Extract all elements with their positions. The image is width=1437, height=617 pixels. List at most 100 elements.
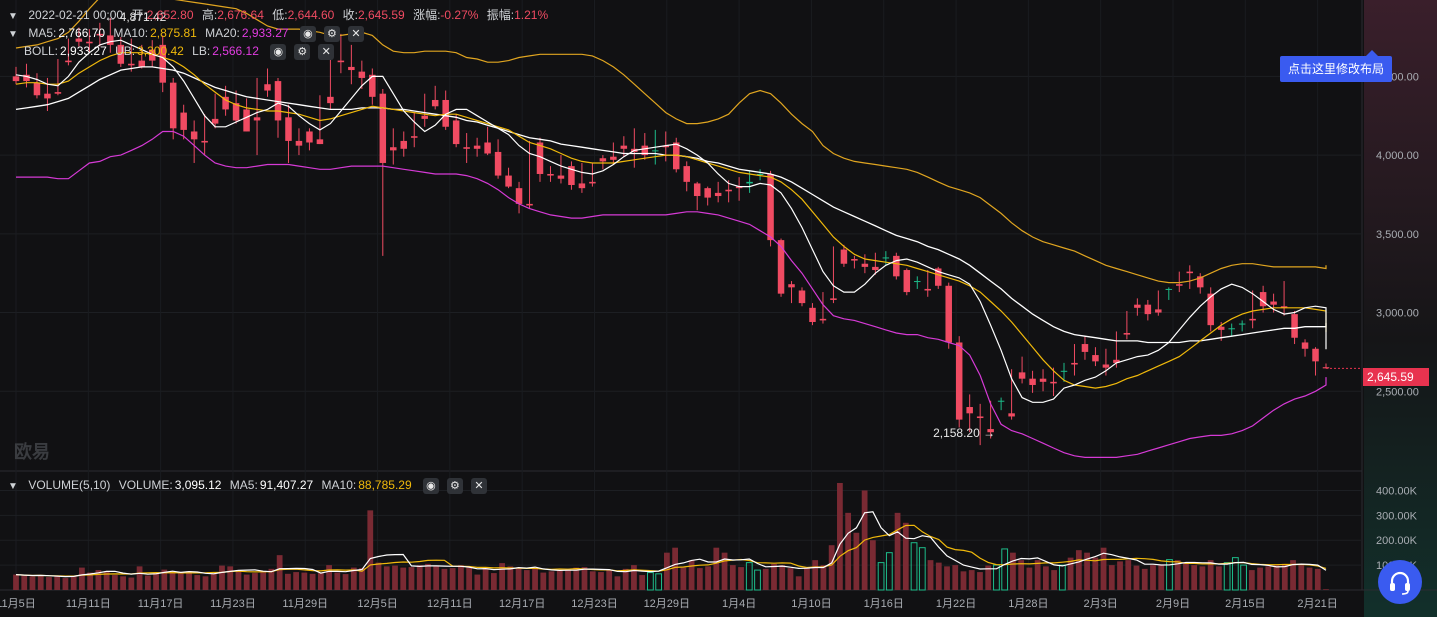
price-chart[interactable]: 4,500.004,000.003,500.003,000.002,500.00…	[0, 0, 1437, 617]
candle-body	[777, 240, 785, 294]
candle-body	[798, 290, 806, 304]
volume-bar	[144, 575, 151, 590]
volume-bar	[1248, 570, 1255, 590]
volume-gear-icon[interactable]: ⚙	[446, 477, 463, 494]
candle-body	[1018, 372, 1026, 379]
candle-body	[1102, 364, 1110, 368]
boll-close-icon[interactable]: ✕	[318, 43, 335, 60]
volume-bar	[1092, 557, 1099, 590]
candle-body	[1301, 342, 1309, 349]
volume-bar	[680, 567, 687, 590]
x-tick-label: 2月21日	[1297, 598, 1337, 610]
volume-bar	[342, 574, 349, 590]
candle-body	[327, 96, 334, 104]
gear-icon[interactable]: ⚙	[323, 25, 340, 42]
volume-bar	[276, 555, 283, 590]
open-value: 2,652.80	[146, 8, 194, 22]
volume-bar	[1199, 566, 1206, 590]
volume-bar	[466, 567, 473, 590]
x-tick-label: 11月5日	[0, 598, 36, 610]
candle-body	[620, 145, 628, 149]
x-tick-label: 1月10日	[791, 598, 831, 610]
volume-eye-icon[interactable]: ◉	[422, 477, 439, 494]
x-tick-label: 1月28日	[1008, 598, 1048, 610]
candle-body	[1186, 271, 1194, 274]
candle-body	[851, 259, 858, 261]
volume-bar	[606, 570, 613, 590]
volume-tick-label: 300.00K	[1376, 510, 1418, 522]
candle-body	[1249, 318, 1256, 321]
eye-icon[interactable]: ◉	[299, 25, 316, 42]
volume-close-icon[interactable]: ✕	[470, 477, 487, 494]
volume-bar	[1117, 561, 1123, 590]
volume-bar	[1026, 567, 1033, 590]
volume-bar	[1042, 566, 1049, 590]
candle-body	[463, 147, 470, 149]
headset-icon	[1390, 571, 1410, 595]
boll-gear-icon[interactable]: ⚙	[294, 43, 311, 60]
volume-bar	[655, 573, 663, 591]
x-tick-label: 1月16日	[864, 598, 904, 610]
volume-bar	[111, 575, 118, 590]
volume-bar	[1150, 565, 1156, 590]
boll-value: 2,933.27	[60, 44, 107, 58]
volume-bar	[1058, 564, 1066, 591]
volume-bar	[927, 560, 934, 590]
boll-label: BOLL:	[24, 44, 59, 58]
lb-label: LB:	[192, 44, 211, 58]
candle-body	[1144, 304, 1152, 315]
volume-bar	[474, 574, 481, 590]
ma-collapse-icon[interactable]: ▼	[8, 27, 20, 43]
volume-bar	[977, 572, 983, 590]
ma-legend: ▼ MA5: 2,766.70 MA10: 2,875.81 MA20: 2,933.…	[8, 25, 369, 43]
candle-body	[1050, 381, 1057, 384]
volume-bar	[804, 567, 810, 590]
support-button[interactable]	[1378, 560, 1422, 604]
volume-collapse-icon[interactable]: ▼	[8, 479, 20, 495]
volume-bar	[425, 563, 431, 590]
volume-bar	[194, 575, 201, 590]
volume-bar	[433, 565, 440, 590]
volume-bar	[918, 547, 926, 591]
volume-bar	[1010, 552, 1016, 590]
candle-body	[337, 60, 345, 63]
volume-bar	[688, 560, 695, 590]
volume-bar	[787, 568, 794, 590]
volume-bar	[663, 552, 670, 590]
x-tick-label: 11月23日	[210, 598, 256, 610]
volume-bar	[540, 572, 547, 590]
collapse-icon[interactable]: ▼	[8, 9, 20, 25]
change-label: 涨幅:	[413, 8, 441, 22]
boll-legend: BOLL: 2,933.27 UB: 3,300.42 LB: 2,566.12 ◉ ⚙…	[24, 43, 339, 60]
candle-body	[557, 175, 565, 179]
y-tick-label: 3,000.00	[1376, 308, 1419, 320]
volume-bar	[202, 576, 209, 590]
candle-body	[44, 93, 51, 99]
candle-body	[966, 407, 973, 414]
candle-body	[1081, 344, 1089, 352]
amplitude-label: 振幅:	[486, 8, 515, 22]
layout-tooltip-button[interactable]: 点击这里修改布局	[1280, 50, 1392, 82]
close-icon[interactable]: ✕	[347, 25, 364, 42]
volume-bar	[705, 566, 711, 590]
volume-bar	[1306, 567, 1313, 590]
volume-bar	[1051, 570, 1057, 590]
candle-body	[903, 270, 911, 293]
candle-body	[285, 117, 292, 141]
watermark-logo: 欧易	[14, 442, 50, 462]
volume-bar	[910, 542, 918, 591]
x-tick-label: 11月17日	[138, 598, 184, 610]
volume-bar	[408, 567, 415, 590]
volume-bar	[21, 575, 28, 590]
volume-bar	[696, 568, 703, 590]
ma10-label: MA10:	[113, 26, 149, 40]
candle-body	[201, 140, 208, 143]
candle-body	[924, 288, 932, 291]
ma5-value: 2,766.70	[58, 26, 106, 40]
candle-body	[264, 84, 271, 91]
boll-eye-icon[interactable]: ◉	[270, 43, 287, 60]
candle-body	[830, 298, 837, 300]
volume-bar	[317, 573, 324, 590]
volume-bar	[589, 571, 596, 590]
volume-value: 3,095.12	[174, 478, 222, 492]
